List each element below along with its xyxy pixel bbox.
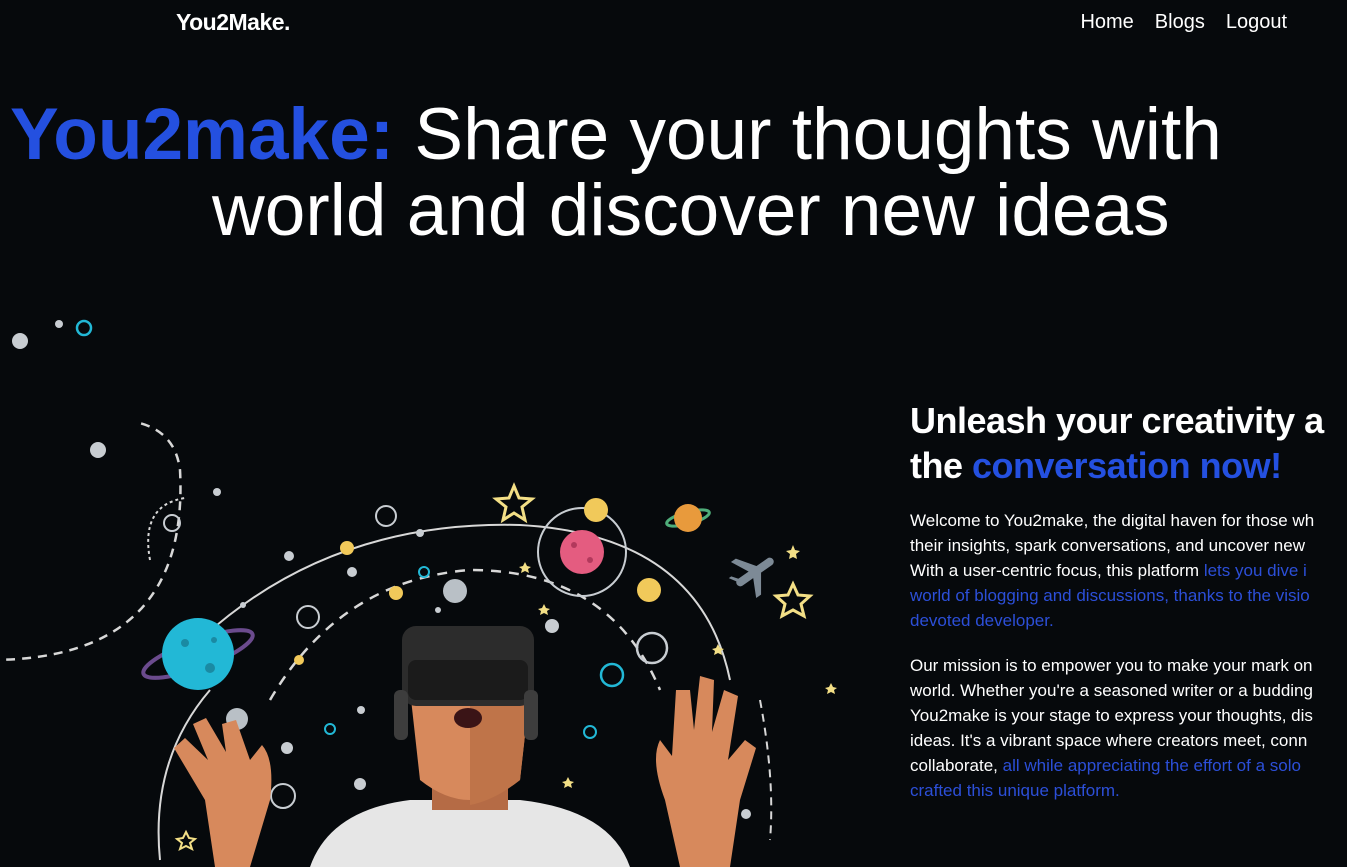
space-dot: [443, 579, 467, 603]
hero-brand-accent: You2make:: [10, 94, 395, 175]
space-dot: [637, 578, 661, 602]
welcome-line: With a user-centric focus, this platform: [910, 561, 1200, 580]
heading-line-2-prefix: the: [910, 445, 963, 486]
space-dot: [294, 655, 304, 665]
space-dot: [389, 586, 403, 600]
right-hand: [656, 676, 756, 867]
welcome-paragraph: Welcome to You2make, the digital haven f…: [910, 508, 1347, 633]
space-dot: [340, 541, 354, 555]
mission-link-text[interactable]: all while appreciating the effort of a s…: [1003, 756, 1301, 775]
mission-paragraph: Our mission is to empower you to make yo…: [910, 653, 1347, 803]
space-dot: [90, 442, 106, 458]
star-icon: [772, 580, 814, 619]
orbit-arc: [759, 699, 773, 841]
vr-space-illustration: [0, 319, 837, 867]
space-ring: [375, 505, 397, 527]
mission-link-text[interactable]: crafted this unique platform.: [910, 781, 1120, 800]
mission-line: ideas. It's a vibrant space where creato…: [910, 731, 1308, 750]
star-icon: [562, 777, 574, 788]
space-dot: [281, 742, 293, 754]
mission-line: You2make is your stage to express your t…: [910, 706, 1313, 725]
left-hand: [174, 718, 272, 867]
blue-planet: [162, 618, 234, 690]
heading-line-2-accent: conversation now!: [972, 445, 1282, 486]
space-ring: [599, 662, 625, 688]
star-icon: [519, 562, 531, 573]
space-ring: [270, 783, 296, 809]
nav-link-home[interactable]: Home: [1080, 11, 1133, 34]
open-mouth: [454, 708, 482, 728]
nav-links: Home Blogs Logout: [1080, 11, 1287, 34]
star-icon: [786, 545, 800, 559]
mission-line: collaborate,: [910, 756, 998, 775]
nav-link-blogs[interactable]: Blogs: [1155, 11, 1205, 34]
vr-person: [310, 626, 630, 867]
space-dot: [545, 619, 559, 633]
space-ring: [324, 723, 336, 735]
space-ring: [296, 605, 320, 629]
pink-planet: [560, 530, 604, 574]
hero-line-2: world and discover new ideas: [212, 170, 1170, 251]
orange-planet: [674, 504, 702, 532]
space-dot: [435, 607, 441, 613]
space-dot: [12, 333, 28, 349]
heading-line-1: Unleash your creativity a: [910, 400, 1324, 441]
hero-line-1-text: Share your thoughts with: [414, 94, 1222, 175]
space-dot: [354, 778, 366, 790]
top-navbar: You2Make. Home Blogs Logout: [0, 0, 1347, 46]
space-dot: [357, 706, 365, 714]
welcome-link-text[interactable]: world of blogging and discussions, thank…: [910, 586, 1310, 605]
space-dot: [240, 602, 246, 608]
space-dot: [416, 529, 424, 537]
section-heading: Unleash your creativity a the conversati…: [910, 398, 1347, 488]
star-icon: [174, 829, 198, 851]
welcome-link-text[interactable]: lets you dive i: [1204, 561, 1307, 580]
welcome-line: their insights, spark conversations, and…: [910, 536, 1305, 555]
intro-section: Unleash your creativity a the conversati…: [910, 398, 1347, 803]
space-ring: [583, 725, 597, 739]
brand-logo[interactable]: You2Make.: [176, 9, 290, 36]
space-dot: [55, 320, 63, 328]
nav-link-logout[interactable]: Logout: [1226, 11, 1287, 34]
star-icon: [538, 604, 550, 615]
space-ring: [635, 631, 669, 665]
space-dot: [741, 809, 751, 819]
space-dot: [347, 567, 357, 577]
mission-line: world. Whether you're a seasoned writer …: [910, 681, 1313, 700]
space-ring: [418, 566, 430, 578]
star-icon: [492, 482, 536, 524]
welcome-link-text[interactable]: devoted developer.: [910, 611, 1054, 630]
welcome-line: Welcome to You2make, the digital haven f…: [910, 511, 1315, 530]
space-dot: [284, 551, 294, 561]
orbit-arc: [0, 420, 182, 661]
mission-line: Our mission is to empower you to make yo…: [910, 656, 1313, 675]
hero-line-1: You2make: Share your thoughts with: [10, 96, 1222, 174]
moon: [584, 498, 608, 522]
star-icon: [825, 683, 837, 694]
space-dot: [213, 488, 221, 496]
space-ring: [75, 319, 93, 337]
